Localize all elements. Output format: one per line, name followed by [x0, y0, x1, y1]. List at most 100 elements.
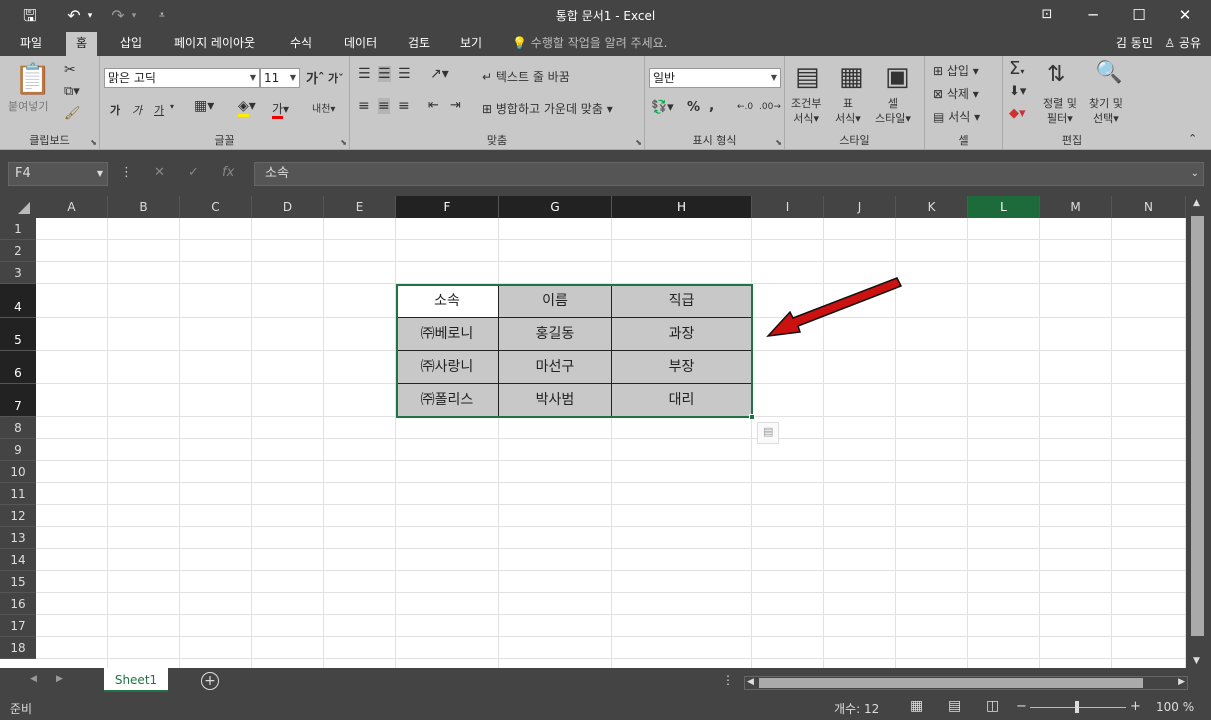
scroll-up-icon[interactable]: ▲ — [1193, 198, 1200, 208]
orientation-icon[interactable]: ↗▾ — [430, 66, 449, 82]
select-all-button[interactable] — [0, 196, 36, 218]
row-header-5[interactable]: 5 — [0, 318, 36, 351]
fill-color-icon[interactable]: ◈▾ — [238, 98, 256, 117]
cut-icon[interactable]: ✂ — [64, 62, 76, 78]
share-button[interactable]: 공유 — [1179, 36, 1201, 50]
italic-button[interactable]: 가 — [132, 102, 142, 118]
increase-decimal-icon[interactable]: ←.0 — [737, 102, 753, 112]
scroll-left-icon[interactable]: ◀ — [747, 677, 754, 687]
chevron-down-icon[interactable]: ▾ — [170, 102, 174, 111]
comma-button[interactable]: , — [709, 98, 714, 114]
worksheet-grid[interactable]: ABCDEFGHIJKLMN 1 2 3 4 5 6 7 8 9 10 11 12 13 14 15 16 17… — [0, 196, 1211, 668]
align-top-icon[interactable]: ☰ — [358, 66, 371, 82]
row-header-11[interactable]: 11 — [0, 483, 36, 505]
tell-me-search[interactable]: 💡 수행할 작업을 알려 주세요. — [512, 32, 667, 56]
tab-home[interactable]: 홈 — [66, 32, 98, 56]
align-left-icon[interactable]: ≡ — [358, 98, 370, 114]
decrease-font-icon[interactable]: 가ˇ — [328, 70, 344, 86]
fill-handle[interactable] — [749, 414, 755, 420]
page-layout-view-icon[interactable]: ▤ — [948, 698, 961, 714]
scroll-right-icon[interactable]: ▶ — [1178, 677, 1185, 687]
column-header-h[interactable]: H — [612, 196, 752, 218]
tab-review[interactable]: 검토 — [398, 32, 440, 56]
align-center-icon[interactable]: ≡ — [378, 98, 390, 114]
row-header-15[interactable]: 15 — [0, 571, 36, 593]
row-header-18[interactable]: 18 — [0, 637, 36, 659]
customize-quick-access-icon[interactable]: ⩡ — [154, 4, 170, 28]
conditional-format-icon[interactable]: ▤ — [795, 62, 820, 92]
row-header-13[interactable]: 13 — [0, 527, 36, 549]
save-icon[interactable]: 🖫 — [18, 4, 42, 28]
paste-button[interactable]: 붙여넣기 — [8, 98, 48, 114]
delete-cells-button[interactable]: ⊠ 삭제 ▾ — [933, 85, 979, 102]
column-header-d[interactable]: D — [252, 196, 324, 218]
redo-dropdown-icon[interactable]: ▾ — [128, 4, 140, 28]
horizontal-scrollbar[interactable]: ◀ ▶ — [744, 676, 1188, 690]
table-cell[interactable]: 홍길동 — [499, 318, 612, 351]
page-break-view-icon[interactable]: ◫ — [986, 698, 999, 714]
align-bottom-icon[interactable]: ☰ — [398, 66, 411, 82]
table-header-cell[interactable]: 이름 — [499, 284, 612, 318]
merge-center-button[interactable]: ⊞ 병합하고 가운데 맞춤 ▾ — [482, 100, 613, 117]
vertical-scrollbar[interactable]: ▲ ▼ — [1186, 196, 1211, 668]
quick-analysis-button[interactable]: ▤ — [757, 422, 779, 444]
table-cell[interactable]: 과장 — [612, 318, 752, 351]
cell-styles-icon[interactable]: ▣ — [885, 62, 910, 92]
table-cell[interactable]: ㈜폴리스 — [396, 384, 499, 417]
currency-icon[interactable]: 💱▾ — [651, 100, 674, 115]
collapse-ribbon-icon[interactable]: ⌃ — [1188, 132, 1197, 145]
undo-dropdown-icon[interactable]: ▾ — [84, 4, 96, 28]
scroll-down-icon[interactable]: ▼ — [1193, 656, 1200, 666]
insert-function-icon[interactable]: fx — [222, 162, 234, 186]
tab-formulas[interactable]: 수식 — [280, 32, 322, 56]
close-button[interactable]: ✕ — [1162, 0, 1208, 32]
column-header-f[interactable]: F — [396, 196, 499, 218]
clipboard-launcher-icon[interactable]: ⬊ — [90, 138, 97, 147]
tab-page-layout[interactable]: 페이지 레이아웃 — [164, 32, 265, 56]
row-header-7[interactable]: 7 — [0, 384, 36, 417]
fill-icon[interactable]: ⬇▾ — [1009, 84, 1026, 99]
table-cell[interactable]: 부장 — [612, 351, 752, 384]
row-header-4[interactable]: 4 — [0, 284, 36, 318]
redo-icon[interactable]: ↷ — [106, 4, 130, 28]
sort-filter-icon[interactable]: ⇅ — [1047, 62, 1065, 87]
table-cell[interactable]: 대리 — [612, 384, 752, 417]
clear-icon[interactable]: ◆▾ — [1009, 106, 1026, 121]
row-header-9[interactable]: 9 — [0, 439, 36, 461]
table-cell[interactable]: 박사범 — [499, 384, 612, 417]
font-color-icon[interactable]: 가▾ — [272, 100, 289, 119]
row-header-10[interactable]: 10 — [0, 461, 36, 483]
autosum-icon[interactable]: Σ▾ — [1009, 58, 1024, 79]
enter-icon[interactable]: ✓ — [188, 162, 199, 186]
column-header-n[interactable]: N — [1112, 196, 1186, 218]
tab-insert[interactable]: 삽입 — [110, 32, 152, 56]
decrease-decimal-icon[interactable]: .00→ — [759, 102, 781, 112]
table-cell[interactable]: 마선구 — [499, 351, 612, 384]
decrease-indent-icon[interactable]: ⇤ — [428, 98, 439, 113]
conditional-format-button[interactable]: 조건부 서식▾ — [791, 96, 821, 126]
undo-icon[interactable]: ↶ — [62, 4, 86, 28]
wrap-text-button[interactable]: ↵ 텍스트 줄 바꿈 — [482, 68, 570, 85]
column-header-i[interactable]: I — [752, 196, 824, 218]
sheet-tab-sheet1[interactable]: Sheet1 — [104, 668, 168, 692]
column-header-g[interactable]: G — [499, 196, 612, 218]
tab-view[interactable]: 보기 — [450, 32, 492, 56]
format-as-table-button[interactable]: 표 서식▾ — [835, 96, 861, 126]
column-header-a[interactable]: A — [36, 196, 108, 218]
add-sheet-icon[interactable]: + — [201, 672, 219, 690]
name-box[interactable]: F4 ▼ — [8, 162, 108, 186]
find-select-icon[interactable]: 🔍 — [1095, 60, 1122, 85]
row-header-17[interactable]: 17 — [0, 615, 36, 637]
zoom-out-icon[interactable]: − — [1016, 699, 1027, 714]
number-launcher-icon[interactable]: ⬊ — [775, 138, 782, 147]
border-icon[interactable]: ▦▾ — [194, 98, 214, 114]
bold-button[interactable]: 가 — [110, 102, 120, 118]
increase-font-icon[interactable]: 가ˆ — [306, 68, 324, 87]
tab-file[interactable]: 파일 — [10, 32, 52, 56]
cancel-icon[interactable]: ✕ — [154, 162, 165, 186]
font-launcher-icon[interactable]: ⬊ — [340, 138, 347, 147]
user-name[interactable]: 김 동민 — [1116, 36, 1153, 50]
find-select-button[interactable]: 찾기 및 선택▾ — [1089, 96, 1123, 126]
row-header-3[interactable]: 3 — [0, 262, 36, 284]
table-cell[interactable]: ㈜사랑니 — [396, 351, 499, 384]
